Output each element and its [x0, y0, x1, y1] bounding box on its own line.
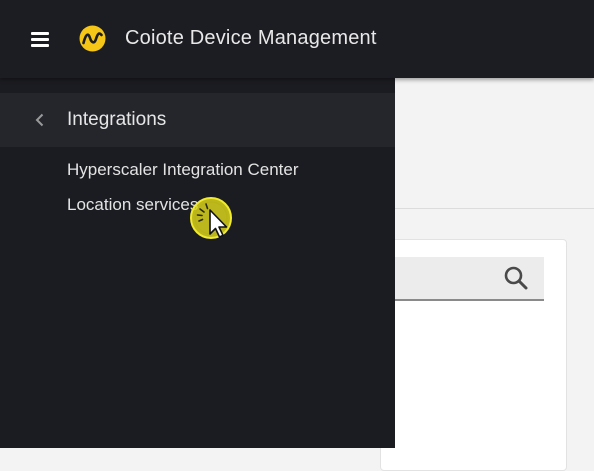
search-icon[interactable]: [502, 264, 530, 292]
hamburger-bar: [31, 38, 49, 41]
top-app-bar: Coiote Device Management: [0, 0, 594, 78]
hamburger-menu-icon: [31, 32, 49, 35]
navigation-drawer: Integrations Hyperscaler Integration Cen…: [0, 78, 395, 448]
nav-item-location-services[interactable]: Location services: [67, 195, 198, 215]
pointer-cursor-icon: [190, 197, 232, 239]
hamburger-bar: [31, 44, 49, 47]
chevron-left-icon[interactable]: [31, 111, 49, 129]
app-title: Coiote Device Management: [125, 27, 377, 49]
drawer-back-header[interactable]: Integrations: [0, 93, 395, 147]
drawer-title: Integrations: [67, 109, 167, 130]
coiote-logo-icon[interactable]: [79, 25, 106, 52]
content-divider: [395, 208, 594, 209]
nav-item-hyperscaler-integration-center[interactable]: Hyperscaler Integration Center: [67, 160, 299, 180]
hamburger-menu-button[interactable]: [24, 24, 56, 54]
